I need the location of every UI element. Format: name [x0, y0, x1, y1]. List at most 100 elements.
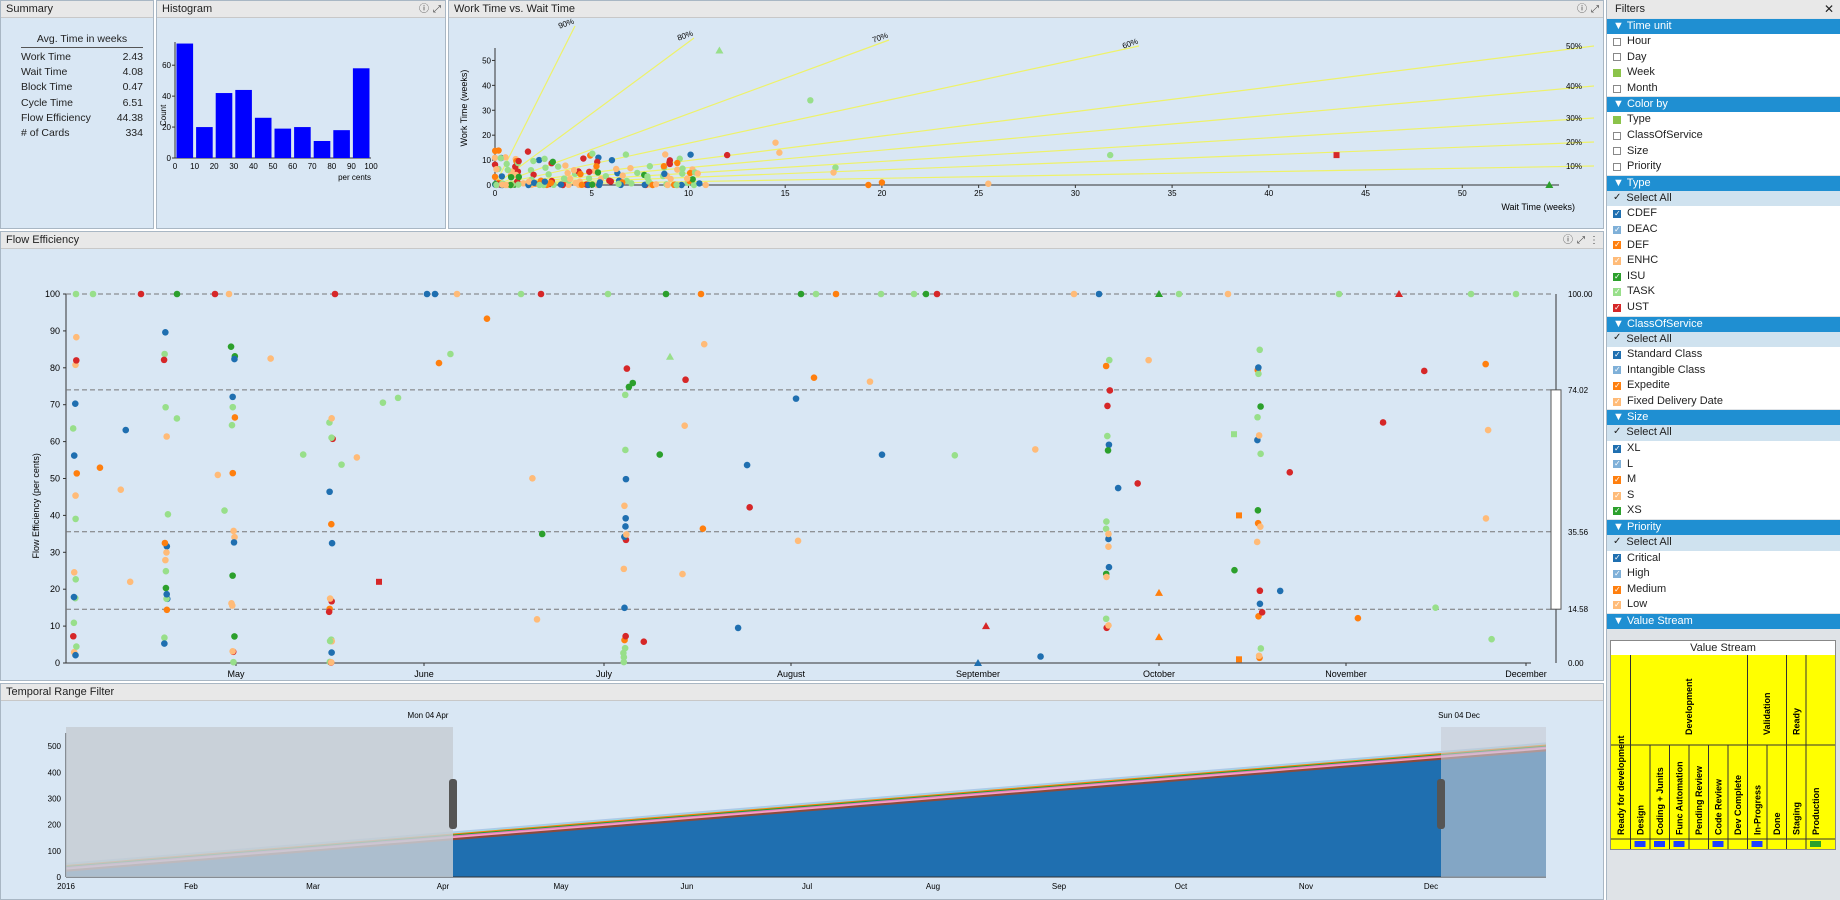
scatter-point [70, 452, 78, 459]
filter-option[interactable]: Priority [1607, 159, 1840, 175]
filter-section-header[interactable]: ▼ ClassOfService [1607, 316, 1840, 332]
checkbox-icon[interactable] [1613, 162, 1621, 171]
checkbox-icon[interactable]: ✓ [1613, 444, 1621, 453]
summary-row: Wait Time 4.08 [21, 65, 143, 80]
filter-option[interactable]: ✓ Intangible Class [1607, 362, 1840, 379]
filter-option[interactable]: ✓ DEAC [1607, 221, 1840, 238]
filter-option[interactable]: ClassOfService [1607, 127, 1840, 144]
checkbox-icon[interactable]: ✓ [1613, 397, 1621, 406]
filter-option[interactable]: ✓ Expedite [1607, 378, 1840, 394]
more-icon[interactable]: ⋮ [1589, 232, 1599, 249]
expand-icon[interactable]: ⤢ [1591, 1, 1599, 18]
filter-section-header[interactable]: ▼ Priority [1607, 520, 1840, 536]
scatter-point [664, 181, 671, 189]
temporal-title: Temporal Range Filter [1, 684, 1603, 701]
filter-option[interactable]: ✓ L [1607, 456, 1840, 473]
checkbox-icon[interactable]: ✓ [1613, 427, 1621, 437]
filter-section-header[interactable]: ▼ Size [1607, 410, 1840, 426]
filter-option[interactable]: ✓ Select All [1607, 425, 1840, 442]
filter-option[interactable]: ✓ DEF [1607, 237, 1840, 254]
filter-option[interactable]: ✓ Medium [1607, 581, 1840, 598]
scatter-point [1037, 653, 1044, 660]
checkbox-icon[interactable]: ✓ [1613, 460, 1621, 469]
filter-option-label: TASK [1627, 285, 1655, 298]
checkbox-icon[interactable]: ✓ [1613, 554, 1621, 563]
checkbox-icon[interactable]: ✓ [1613, 601, 1621, 610]
checkbox-icon[interactable]: ✓ [1613, 536, 1621, 547]
range-end-handle[interactable] [1437, 779, 1445, 829]
scatter-point [922, 290, 930, 298]
checkbox-icon[interactable]: ✓ [1613, 570, 1621, 579]
checkbox-icon[interactable]: ✓ [1613, 333, 1621, 343]
filter-option[interactable]: ✓ XS [1607, 503, 1840, 520]
filter-section-header[interactable]: ▼ Value Stream [1607, 614, 1840, 629]
x-tick-label: Jun [681, 882, 694, 891]
filter-option[interactable]: ✓ Critical [1607, 550, 1840, 567]
scatter-point [447, 350, 454, 358]
close-icon[interactable]: ✕ [1824, 0, 1834, 18]
scatter-point [681, 422, 688, 430]
help-icon[interactable]: ⓘ [1563, 232, 1573, 249]
checkbox-icon[interactable]: ✓ [1613, 476, 1621, 485]
filter-option[interactable]: ✓ TASK [1607, 284, 1840, 300]
filter-option[interactable]: ✓ ISU [1607, 268, 1840, 285]
filter-option[interactable]: ✓ Fixed Delivery Date [1607, 393, 1840, 410]
checkbox-icon[interactable]: ✓ [1613, 382, 1621, 391]
help-icon[interactable]: ⓘ [1577, 1, 1587, 18]
filter-option[interactable]: Month [1607, 80, 1840, 97]
checkbox-icon[interactable]: ✓ [1613, 241, 1621, 250]
checkbox-icon[interactable]: ✓ [1613, 585, 1621, 594]
scatter-point [1255, 652, 1263, 660]
y-tick-label: 100 [48, 847, 62, 856]
checkbox-icon[interactable] [1613, 116, 1621, 125]
filter-section-header[interactable]: ▼ Color by [1607, 97, 1840, 113]
checkbox-icon[interactable]: ✓ [1613, 192, 1621, 203]
filter-option[interactable]: Hour [1607, 34, 1840, 50]
expand-icon[interactable]: ⤢ [1577, 232, 1585, 249]
filter-option[interactable]: ✓ CDEF [1607, 206, 1840, 222]
filter-option[interactable]: ✓ Select All [1607, 190, 1840, 207]
checkbox-icon[interactable] [1613, 68, 1621, 77]
filter-section-header[interactable]: ▼ Time unit [1607, 19, 1840, 34]
filter-option[interactable]: ✓ Select All [1607, 535, 1840, 551]
filter-option[interactable]: Week [1607, 65, 1840, 81]
checkbox-icon[interactable]: ✓ [1613, 256, 1621, 265]
checkbox-icon[interactable]: ✓ [1613, 303, 1621, 312]
expand-icon[interactable]: ⤢ [433, 1, 441, 18]
checkbox-icon[interactable]: ✓ [1613, 507, 1621, 516]
temporal-chart[interactable]: 0 100 200 300 400 500 2016 Feb Mar Apr May Jun Jul Au… [1, 701, 1603, 899]
vs-card-marker [1810, 841, 1821, 847]
vs-column-label: Production [1811, 788, 1821, 836]
help-icon[interactable]: ⓘ [419, 1, 429, 18]
scatter-point [163, 549, 170, 556]
filter-section-header[interactable]: ▼ Type [1607, 175, 1840, 191]
checkbox-icon[interactable] [1613, 147, 1621, 156]
checkbox-icon[interactable]: ✓ [1613, 272, 1621, 281]
checkbox-icon[interactable] [1613, 131, 1621, 140]
checkbox-icon[interactable] [1613, 53, 1621, 62]
checkbox-icon[interactable]: ✓ [1613, 210, 1621, 219]
range-start-handle[interactable] [449, 779, 457, 829]
range-handle[interactable] [1550, 389, 1562, 610]
checkbox-icon[interactable] [1613, 84, 1621, 93]
checkbox-icon[interactable] [1613, 37, 1621, 46]
checkbox-icon[interactable]: ✓ [1613, 225, 1621, 234]
filter-option[interactable]: ✓ Standard Class [1607, 347, 1840, 363]
filter-option[interactable]: ✓ M [1607, 472, 1840, 488]
filter-option[interactable]: ✓ XL [1607, 441, 1840, 457]
checkbox-icon[interactable]: ✓ [1613, 350, 1621, 359]
checkbox-icon[interactable]: ✓ [1613, 366, 1621, 375]
vs-card-marker [1712, 841, 1724, 847]
filter-option[interactable]: ✓ S [1607, 487, 1840, 504]
checkbox-icon[interactable]: ✓ [1613, 288, 1621, 297]
filter-option[interactable]: Day [1607, 49, 1840, 66]
checkbox-icon[interactable]: ✓ [1613, 491, 1621, 500]
filter-option[interactable]: ✓ UST [1607, 299, 1840, 316]
filter-option[interactable]: ✓ Select All [1607, 331, 1840, 348]
filter-option[interactable]: ✓ High [1607, 566, 1840, 582]
filter-option[interactable]: Size [1607, 143, 1840, 160]
filter-option[interactable]: ✓ ENHC [1607, 253, 1840, 269]
filter-option[interactable]: ✓ Low [1607, 597, 1840, 613]
scatter-point [70, 593, 78, 601]
filter-option[interactable]: Type [1607, 112, 1840, 128]
